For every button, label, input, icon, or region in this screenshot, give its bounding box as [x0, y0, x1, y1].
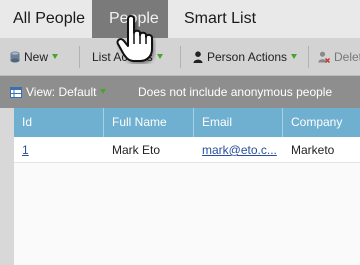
toolbar-divider — [79, 46, 80, 68]
tab-all-people[interactable]: All People — [13, 0, 85, 38]
chevron-down-icon — [291, 54, 298, 59]
people-grid: Id Full Name Email Company 1 Mark Eto ma… — [14, 108, 360, 265]
delete-label: Delete — [334, 50, 360, 64]
grid-view-icon — [10, 87, 22, 101]
grid-header: Id Full Name Email Company — [14, 108, 360, 137]
person-actions-button[interactable]: Person Actions — [193, 49, 298, 67]
top-tab-bar: All People People Smart List — [0, 0, 360, 38]
delete-person-icon — [318, 51, 331, 67]
cell-full-name: Mark Eto — [112, 143, 161, 157]
toolbar: New List Actions Person Actions Delete — [0, 38, 360, 76]
view-selector[interactable]: View: Default — [10, 85, 107, 101]
toolbar-divider — [308, 46, 309, 68]
delete-button[interactable]: Delete — [318, 49, 360, 65]
column-header-company[interactable]: Company — [283, 108, 360, 137]
id-link[interactable]: 1 — [22, 143, 29, 157]
chevron-down-icon — [100, 89, 107, 94]
email-link[interactable]: mark@eto.c... — [202, 143, 277, 157]
person-icon — [193, 51, 203, 67]
person-actions-label: Person Actions — [207, 50, 288, 64]
new-button[interactable]: New — [10, 49, 59, 67]
view-bar: View: Default Does not include anonymous… — [0, 76, 360, 108]
hand-cursor-icon — [116, 14, 156, 64]
new-label: New — [24, 50, 49, 64]
database-icon — [10, 51, 20, 67]
table-row[interactable]: 1 Mark Eto mark@eto.c... Marketo — [14, 137, 360, 163]
toolbar-divider — [180, 46, 181, 68]
column-header-full-name[interactable]: Full Name — [104, 108, 194, 137]
tab-smart-list[interactable]: Smart List — [184, 0, 256, 38]
cell-email: mark@eto.c... — [194, 137, 283, 163]
anonymous-note: Does not include anonymous people — [138, 85, 333, 99]
column-header-id[interactable]: Id — [14, 108, 104, 137]
column-header-email[interactable]: Email — [194, 108, 283, 137]
view-label: View: Default — [26, 85, 97, 99]
chevron-down-icon — [52, 54, 59, 59]
cell-company: Marketo — [291, 143, 335, 157]
chevron-down-icon — [156, 54, 163, 59]
cell-id: 1 — [14, 137, 104, 163]
